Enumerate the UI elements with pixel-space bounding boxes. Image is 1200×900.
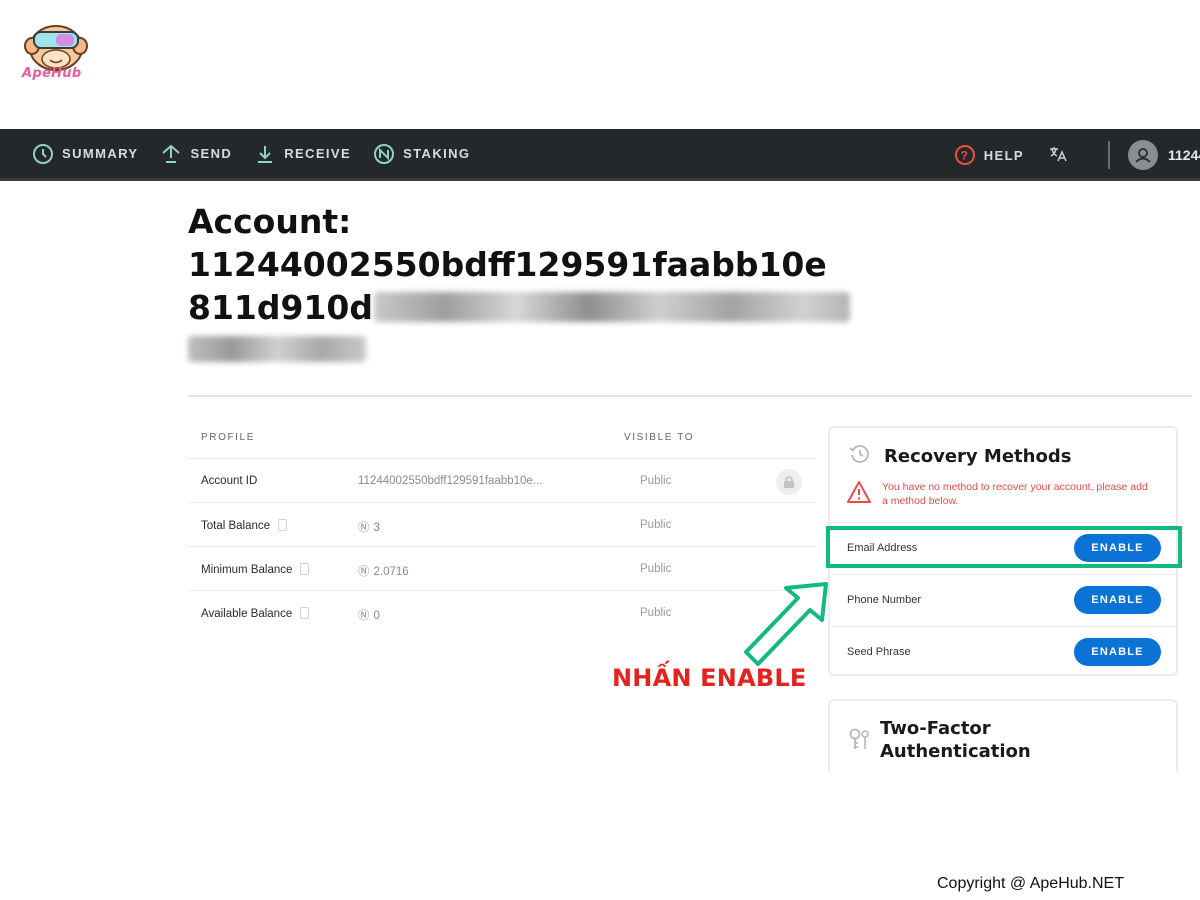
- key-icon: [848, 727, 872, 758]
- staking-icon: [373, 143, 395, 165]
- annotation-label: NHẤN ENABLE: [612, 664, 807, 692]
- nav-staking[interactable]: STAKING: [373, 143, 470, 165]
- clock-icon: [32, 143, 54, 165]
- row-value: 11244002550bdff129591faabb10e...: [358, 475, 543, 487]
- row-label: Available Balance: [201, 608, 293, 620]
- recovery-title: Recovery Methods: [884, 446, 1072, 467]
- row-visibility: Public: [640, 607, 672, 619]
- help-icon: ?: [954, 144, 976, 166]
- row-value-wrap: Ⓝ 3: [358, 519, 380, 535]
- recovery-method-seed: Seed Phrase ENABLE: [830, 626, 1176, 678]
- warning-icon: [846, 480, 872, 509]
- near-token-icon: Ⓝ: [358, 610, 370, 622]
- history-icon: [848, 442, 872, 471]
- row-label: Account ID: [201, 475, 258, 487]
- two-factor-title: Two-Factor Authentication: [880, 718, 1031, 762]
- row-visibility: Public: [640, 519, 672, 531]
- header-visible-to: VISIBLE TO: [624, 432, 695, 443]
- avatar-icon: [1128, 140, 1158, 170]
- account-menu[interactable]: 11244: [1128, 140, 1200, 170]
- nav-receive-label: RECEIVE: [284, 146, 352, 161]
- enable-seed-button[interactable]: ENABLE: [1074, 638, 1161, 666]
- highlight-box: [826, 526, 1182, 568]
- row-value-wrap: Ⓝ 2.0716: [358, 563, 409, 579]
- nav-summary-label: SUMMARY: [62, 146, 139, 161]
- row-label-wrap: Total Balance: [201, 519, 288, 532]
- table-row: Minimum Balance Ⓝ 2.0716 Public: [188, 546, 816, 590]
- row-value: 3: [373, 522, 380, 534]
- profile-table: PROFILE VISIBLE TO Account ID 1124400255…: [188, 420, 816, 634]
- recovery-warning: You have no method to recover your accou…: [846, 480, 1152, 509]
- info-icon[interactable]: [278, 519, 288, 531]
- account-heading-line1: Account:: [188, 202, 352, 241]
- row-value-wrap: Ⓝ 0: [358, 607, 380, 623]
- help-link[interactable]: ? HELP: [954, 144, 1024, 166]
- blurred-account-segment: [374, 292, 850, 322]
- info-icon[interactable]: [300, 607, 310, 619]
- row-label: Total Balance: [201, 520, 271, 532]
- nav-staking-label: STAKING: [403, 146, 471, 161]
- row-visibility: Public: [640, 475, 672, 487]
- page: ApeHub SUMMARY SEND RECEIVE STAKING ? HE…: [0, 0, 1200, 900]
- recovery-method-phone: Phone Number ENABLE: [830, 574, 1176, 626]
- info-icon[interactable]: [300, 563, 310, 575]
- section-divider: [188, 395, 1192, 397]
- two-factor-card: Two-Factor Authentication: [828, 699, 1178, 779]
- row-label-wrap: Minimum Balance: [201, 563, 310, 576]
- account-short-label: 11244: [1168, 147, 1200, 163]
- lock-icon: [776, 469, 802, 495]
- svg-text:?: ?: [960, 149, 969, 163]
- warning-text: You have no method to recover your accou…: [882, 481, 1148, 507]
- near-token-icon: Ⓝ: [358, 522, 370, 534]
- profile-table-header: PROFILE VISIBLE TO: [188, 420, 816, 458]
- method-label: Seed Phrase: [847, 646, 911, 658]
- blurred-account-segment: [188, 336, 366, 362]
- table-row: Total Balance Ⓝ 3 Public: [188, 502, 816, 546]
- table-row: Available Balance Ⓝ 0 Public: [188, 590, 816, 634]
- row-visibility: Public: [640, 563, 672, 575]
- logo-text: ApeHub: [22, 66, 82, 81]
- row-value: 0: [373, 610, 380, 622]
- method-label: Phone Number: [847, 594, 921, 606]
- row-value: 2.0716: [373, 566, 409, 578]
- nav-right: ? HELP 11244: [954, 129, 1200, 181]
- account-heading-line2: 11244002550bdff129591faabb10e: [188, 245, 827, 284]
- translate-icon[interactable]: [1048, 145, 1068, 166]
- nav-divider: [1108, 141, 1110, 169]
- nav-summary[interactable]: SUMMARY: [32, 143, 138, 165]
- help-label: HELP: [983, 147, 1024, 163]
- copyright-text: Copyright @ ApeHub.NET: [937, 875, 1124, 892]
- nav-send[interactable]: SEND: [160, 143, 232, 165]
- header-profile: PROFILE: [201, 432, 255, 443]
- pointer-arrow-icon: [744, 582, 828, 666]
- nav-send-label: SEND: [190, 146, 233, 161]
- send-icon: [160, 143, 182, 165]
- top-navbar: SUMMARY SEND RECEIVE STAKING ? HELP 1124: [0, 129, 1200, 181]
- recovery-header: Recovery Methods: [848, 442, 1071, 471]
- row-label-wrap: Available Balance: [201, 607, 310, 620]
- row-label: Minimum Balance: [201, 564, 293, 576]
- enable-phone-button[interactable]: ENABLE: [1074, 586, 1161, 614]
- near-token-icon: Ⓝ: [358, 566, 370, 578]
- receive-icon: [254, 143, 276, 165]
- nav-receive[interactable]: RECEIVE: [254, 143, 351, 165]
- table-row: Account ID 11244002550bdff129591faabb10e…: [188, 458, 816, 502]
